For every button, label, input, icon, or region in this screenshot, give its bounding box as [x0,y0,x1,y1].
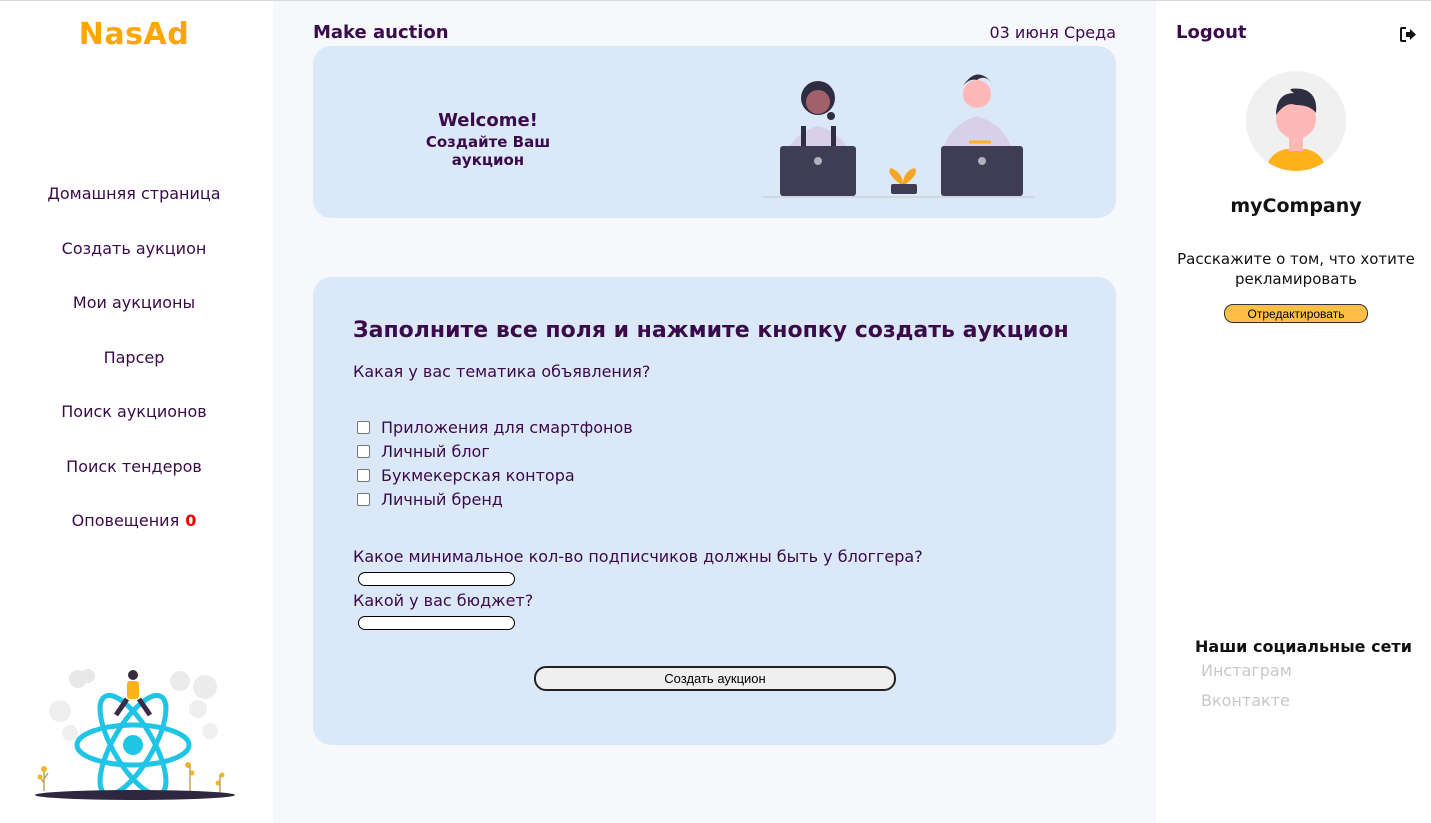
budget-input[interactable] [358,616,515,630]
notification-count-badge: 0 [185,511,197,530]
avatar-illustration [1246,71,1346,171]
auction-form: Заполните все поля и нажмите кнопку созд… [313,277,1116,745]
sidebar-item-search-auctions[interactable]: Поиск аукционов [0,393,268,448]
main-content: Make auction 03 июня Среда Welcome! Созд… [273,1,1156,823]
page-title: Make auction [313,22,449,43]
welcome-banner: Welcome! Создайте Ваш аукцион [313,46,1116,218]
topic-option-label: Приложения для смартфонов [381,417,633,437]
topic-checkbox[interactable] [357,468,370,482]
sidebar-item-label: Мои аукционы [72,293,196,312]
sidebar-item-label: Оповещения [71,511,180,530]
sidebar-item-label: Поиск тендеров [66,456,202,476]
social-link-instagram[interactable]: Инстаграм [1201,661,1292,680]
topic-option-label: Личный блог [381,441,490,461]
welcome-text: Welcome! Создайте Ваш аукцион [389,110,587,169]
company-description: Расскажите о том, что хотите рекламирова… [1177,250,1415,288]
sidebar-item-label: Парсер [103,347,165,367]
topic-checkbox[interactable] [357,492,370,506]
sidebar-item-notifications[interactable]: Оповещения 0 [0,502,268,557]
topic-option-label: Личный бренд [381,489,503,509]
avatar [1246,71,1346,171]
sidebar-item-create-auction[interactable]: Создать аукцион [0,230,268,285]
sidebar-item-search-tenders[interactable]: Поиск тендеров [0,448,268,503]
social-networks-title: Наши социальные сети [1195,637,1412,656]
topic-option-personal-brand[interactable]: Личный бренд [357,487,503,511]
topic-checkbox[interactable] [357,420,370,434]
topic-option-personal-blog[interactable]: Личный блог [357,439,490,463]
subscribers-question-label: Какое минимальное кол-во подписчиков дол… [353,547,923,566]
welcome-subtitle: Создайте Ваш аукцион [425,133,551,169]
sidebar-item-my-auctions[interactable]: Мои аукционы [0,284,268,339]
topic-option-bookmaker[interactable]: Букмекерская контора [357,463,575,487]
company-name: myCompany [1230,195,1362,217]
people-with-laptops-illustration [763,74,1035,198]
sidebar-item-label: Создать аукцион [61,238,207,258]
sidebar: NasAd Домашняя страница Создать аукцион … [0,1,273,823]
social-link-vkontakte[interactable]: Вконтакте [1201,691,1290,710]
topic-question-label: Какая у вас тематика объявления? [353,362,651,381]
logout-link[interactable]: Logout [1176,22,1247,43]
sidebar-item-label: Домашняя страница [47,184,221,203]
topic-option-label: Букмекерская контора [381,465,575,485]
profile-panel: Logout myCompany Расскажите о том, что х… [1156,1,1431,823]
welcome-title: Welcome! [438,110,538,131]
form-heading: Заполните все поля и нажмите кнопку созд… [353,318,1069,343]
edit-profile-button[interactable]: Отредактировать [1224,304,1368,323]
budget-question-label: Какой у вас бюджет? [353,591,534,610]
subscribers-input[interactable] [358,572,515,586]
logo[interactable]: NasAd [0,17,268,52]
topic-option-smartphone-apps[interactable]: Приложения для смартфонов [357,415,633,439]
sidebar-item-parser[interactable]: Парсер [0,339,268,394]
current-date: 03 июня Среда [989,23,1116,42]
sidebar-nav: Домашняя страница Создать аукцион Мои ау… [0,175,268,557]
logout-icon[interactable] [1400,27,1417,42]
sidebar-item-label: Поиск аукционов [61,402,207,421]
topic-checkbox[interactable] [357,444,370,458]
create-auction-button[interactable]: Создать аукцион [534,666,896,691]
react-atom-illustration [35,669,235,800]
sidebar-item-home[interactable]: Домашняя страница [0,175,268,230]
